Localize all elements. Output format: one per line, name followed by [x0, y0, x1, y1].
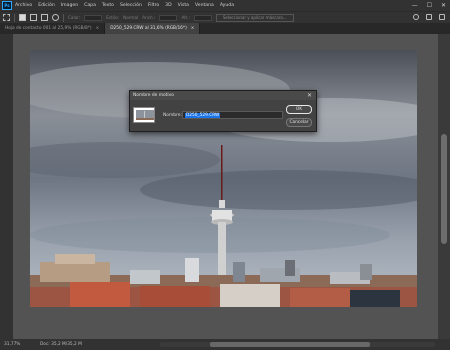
options-bar: Calar: Estilo: Normal Anch.: Alt.: Selec… — [0, 11, 450, 23]
height-label: Alt.: — [181, 15, 190, 20]
feather-label: Calar: — [68, 15, 81, 20]
city-skyline-photo — [30, 50, 417, 307]
workspace-icon[interactable] — [426, 14, 432, 20]
horizontal-scroll-thumb[interactable] — [210, 342, 370, 347]
options-right-icons — [413, 14, 445, 20]
divider — [14, 13, 15, 22]
subtract-selection-icon[interactable] — [41, 14, 48, 21]
tab-close-icon[interactable]: × — [96, 26, 100, 31]
status-bar: 31,77% Doc: 35,2 M/35,2 M — [0, 339, 450, 350]
doc-info[interactable]: Doc: 35,2 M/35,2 M — [40, 342, 82, 347]
height-input[interactable] — [193, 14, 212, 21]
window-controls: — ☐ ✕ — [412, 0, 446, 11]
menu-vista[interactable]: Vista — [175, 3, 192, 8]
dialog-title: Nombre de motivo — [130, 91, 316, 100]
menu-imagen[interactable]: Imagen — [58, 3, 81, 8]
width-input[interactable] — [159, 14, 178, 21]
menu-ventana[interactable]: Ventana — [192, 3, 217, 8]
document-image[interactable] — [30, 50, 417, 307]
close-icon[interactable]: ✕ — [441, 2, 446, 9]
feather-input[interactable] — [84, 14, 103, 21]
image-thumbnail — [133, 107, 155, 123]
document-tabs: Hoja de contacto 001 al 25,9% (RGB/8*) ×… — [0, 23, 450, 34]
menu-edicion[interactable]: Edición — [35, 3, 58, 8]
tab-contact-sheet[interactable]: Hoja de contacto 001 al 25,9% (RGB/8*) × — [0, 23, 106, 34]
menu-filtro[interactable]: Filtro — [145, 3, 162, 8]
rect-marquee-icon[interactable] — [3, 14, 10, 21]
thumbnail-preview — [134, 108, 154, 122]
menu-ayuda[interactable]: Ayuda — [217, 3, 237, 8]
tab-label: D250_529.CRW al 31,6% (RGB/16*) — [110, 26, 187, 31]
menu-texto[interactable]: Texto — [99, 3, 117, 8]
tab-d250-crw[interactable]: D250_529.CRW al 31,6% (RGB/16*) × — [105, 23, 201, 34]
divider — [63, 13, 64, 22]
tab-label: Hoja de contacto 001 al 25,9% (RGB/8*) — [5, 26, 92, 31]
style-label: Estilo: — [106, 15, 120, 20]
menu-3d[interactable]: 3D — [162, 3, 174, 8]
style-select[interactable]: Normal — [123, 15, 138, 20]
photoshop-logo: Ps — [2, 1, 12, 10]
cancel-button[interactable]: Cancelar — [286, 118, 312, 127]
menu-seleccion[interactable]: Selección — [117, 3, 145, 8]
menu-archivo[interactable]: Archivo — [12, 3, 35, 8]
width-label: Anch.: — [142, 15, 156, 20]
select-and-mask-button[interactable]: Seleccionar y aplicar máscara... — [215, 13, 294, 22]
menu-capa[interactable]: Capa — [81, 3, 99, 8]
name-value: D250_529.CRW — [185, 113, 221, 118]
ok-button[interactable]: OK — [286, 105, 312, 114]
new-selection-icon[interactable] — [19, 14, 26, 21]
subject-name-dialog: Nombre de motivo ✕ Nombre: D250_529.CRW … — [129, 90, 317, 132]
share-icon[interactable] — [439, 14, 445, 20]
name-label: Nombre: — [163, 113, 182, 118]
name-input[interactable]: D250_529.CRW — [182, 111, 283, 119]
vertical-scrollbar[interactable] — [438, 34, 450, 339]
search-icon[interactable] — [413, 14, 419, 20]
zoom-level[interactable]: 31,77% — [4, 342, 20, 347]
tab-close-icon[interactable]: × — [191, 26, 195, 31]
add-selection-icon[interactable] — [30, 14, 37, 21]
dialog-close-icon[interactable]: ✕ — [307, 92, 312, 99]
minimize-icon[interactable]: — — [412, 2, 418, 9]
vertical-scroll-thumb[interactable] — [441, 134, 447, 244]
maximize-icon[interactable]: ☐ — [427, 2, 432, 9]
tools-panel — [0, 34, 13, 339]
intersect-selection-icon[interactable] — [52, 14, 59, 21]
menu-bar: Ps Archivo Edición Imagen Capa Texto Sel… — [0, 0, 450, 11]
horizontal-scrollbar[interactable] — [160, 342, 435, 347]
canvas-area[interactable] — [13, 34, 438, 339]
